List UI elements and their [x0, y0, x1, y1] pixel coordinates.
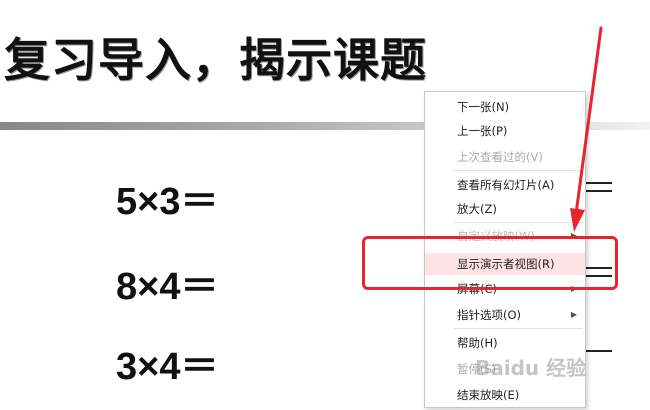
watermark: Baidu 经验	[475, 356, 587, 380]
annotation-arrow-icon	[570, 26, 603, 232]
